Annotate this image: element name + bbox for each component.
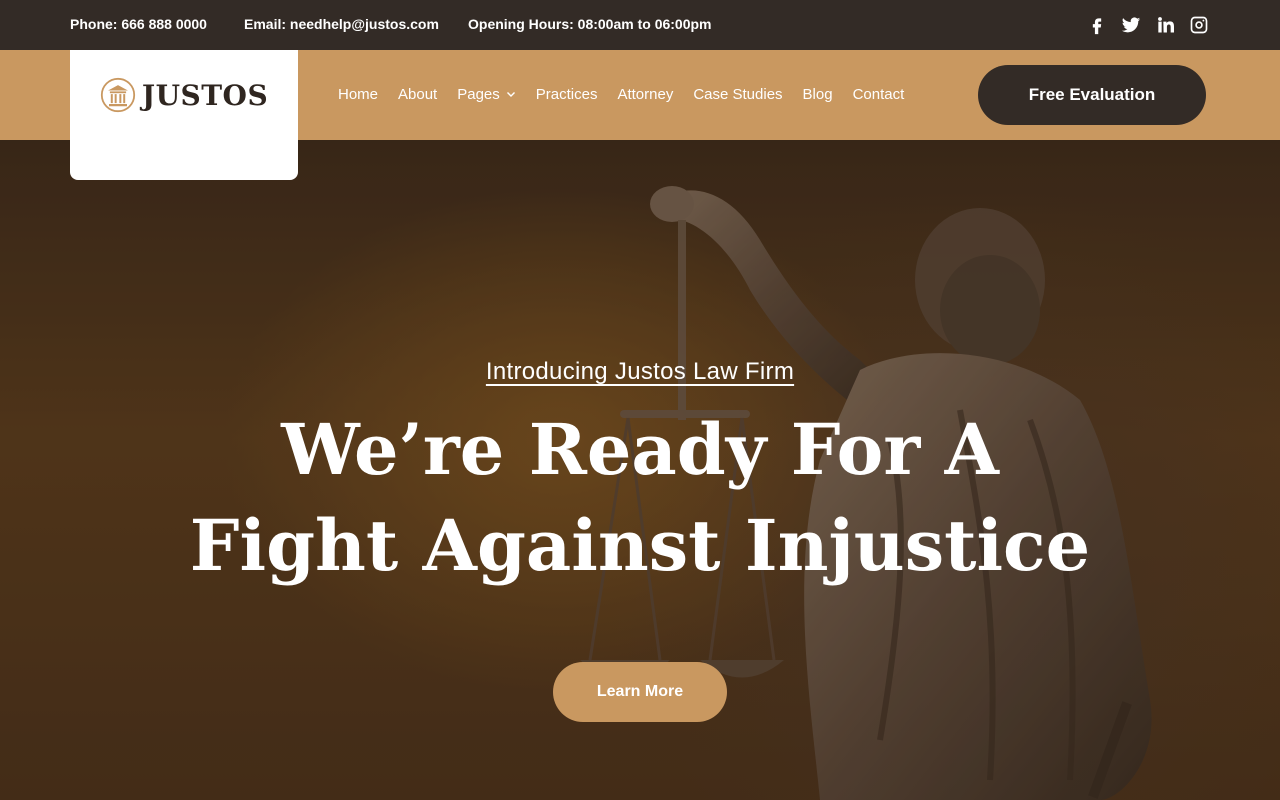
hero-title-line-2: Fight Against Injustice [189, 504, 1091, 587]
hero-section: Introducing Justos Law Firm We’re Ready … [0, 140, 1280, 800]
facebook-icon[interactable] [1086, 14, 1108, 36]
hero-kicker-link[interactable]: Introducing Justos Law Firm [486, 358, 794, 385]
nav-menu: Home About Pages Practices Attorney Case… [338, 86, 904, 103]
learn-more-button[interactable]: Learn More [553, 662, 727, 722]
brand-name: JUSTOS [141, 78, 269, 112]
nav-pages-label: Pages [457, 86, 500, 103]
social-links [1086, 14, 1210, 36]
nav-contact[interactable]: Contact [853, 86, 905, 103]
nav-attorney[interactable]: Attorney [617, 86, 673, 103]
free-evaluation-button[interactable]: Free Evaluation [978, 65, 1206, 125]
phone-info[interactable]: Phone: 666 888 0000 [70, 16, 207, 32]
nav-about[interactable]: About [398, 86, 437, 103]
email-info[interactable]: Email: needhelp@justos.com [244, 16, 439, 32]
instagram-icon[interactable] [1188, 14, 1210, 36]
twitter-icon[interactable] [1120, 14, 1142, 36]
nav-practices[interactable]: Practices [536, 86, 598, 103]
nav-home[interactable]: Home [338, 86, 378, 103]
hero-title-line-1: We’re Ready For A [281, 408, 999, 491]
hero-title: We’re Ready For A Fight Against Injustic… [0, 402, 1280, 594]
hero-kicker: Introducing Justos Law Firm [0, 358, 1280, 386]
logo-box[interactable]: JUSTOS [70, 50, 298, 180]
linkedin-icon[interactable] [1154, 14, 1176, 36]
opening-hours-info: Opening Hours: 08:00am to 06:00pm [468, 16, 712, 32]
nav-blog[interactable]: Blog [803, 86, 833, 103]
top-info-bar: Phone: 666 888 0000 Email: needhelp@just… [0, 0, 1280, 50]
chevron-down-icon [506, 91, 515, 97]
courthouse-logo-icon [100, 77, 135, 113]
nav-case-studies[interactable]: Case Studies [693, 86, 782, 103]
nav-pages[interactable]: Pages [457, 86, 516, 103]
